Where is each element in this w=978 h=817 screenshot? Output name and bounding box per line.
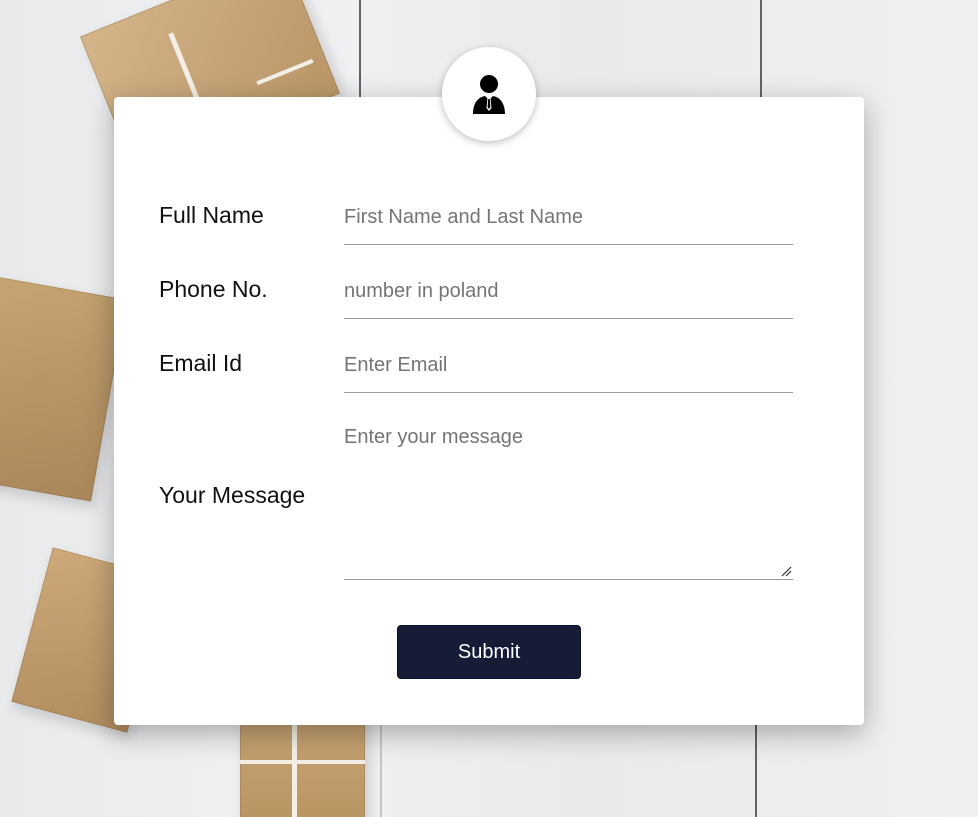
user-businessman-icon xyxy=(473,75,505,114)
cardboard-box xyxy=(0,273,127,502)
message-textarea[interactable]: Enter your message xyxy=(344,426,793,580)
twine xyxy=(292,722,297,817)
message-label: Your Message xyxy=(159,482,306,508)
email-input[interactable]: Enter Email xyxy=(344,354,793,393)
phone-input[interactable]: number in poland xyxy=(344,280,793,319)
full-name-input[interactable]: First Name and Last Name xyxy=(344,206,793,245)
plank-seam xyxy=(380,722,382,817)
plank-seam xyxy=(760,0,762,100)
phone-label: Phone No. xyxy=(159,276,268,302)
avatar xyxy=(442,47,536,141)
resize-grip-icon[interactable] xyxy=(781,566,792,577)
plank-seam xyxy=(359,0,361,100)
submit-button[interactable]: Submit xyxy=(397,625,581,679)
twine xyxy=(240,760,365,764)
full-name-label: Full Name xyxy=(159,202,264,228)
plank-seam xyxy=(755,722,757,817)
email-label: Email Id xyxy=(159,350,243,376)
message-placeholder: Enter your message xyxy=(344,426,523,448)
